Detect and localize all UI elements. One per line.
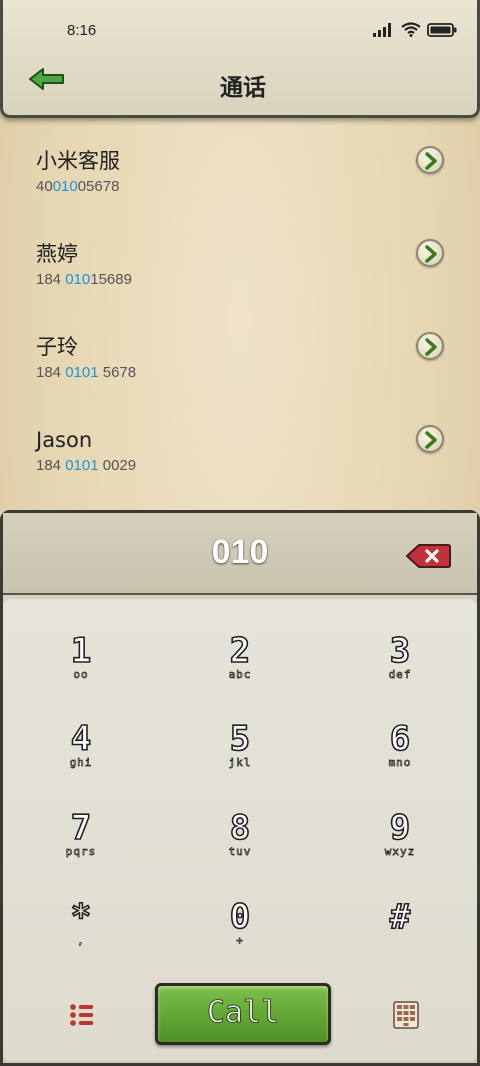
list-item[interactable]: Jason 184 0101 0029 [0, 409, 480, 502]
contact-name: 子玲 [36, 335, 78, 359]
top-bar: 8:16 通话 [0, 0, 480, 118]
key-1[interactable]: 1 oo [21, 632, 141, 713]
contact-name: Jason [36, 428, 93, 452]
key-star[interactable]: *, [21, 898, 141, 979]
key-5[interactable]: 5 jkl [180, 720, 300, 801]
wifi-icon [401, 22, 421, 37]
list-item[interactable]: 小米客服 4001005678 [0, 130, 480, 223]
list-item[interactable]: 子玲 184 0101 5678 [0, 316, 480, 409]
keypad-toggle-icon[interactable] [393, 1001, 419, 1029]
contact-detail-button[interactable] [416, 425, 444, 453]
dialer-panel: 010 1 oo 2 abc 3 def 4 ghi 5 jkl 6 mno 7 pqrs 8… [0, 510, 480, 1066]
contact-name: 燕婷 [36, 242, 78, 266]
chevron-right-icon [425, 152, 437, 170]
status-bar: 8:16 [3, 0, 480, 62]
key-hash[interactable]: # [340, 898, 460, 979]
number-display: 010 [3, 513, 477, 595]
contact-detail-button[interactable] [416, 146, 444, 174]
contact-number: 184 01015689 [36, 271, 132, 288]
status-icons [373, 22, 457, 37]
list-item[interactable]: 燕婷 184 01015689 [0, 223, 480, 316]
contact-detail-button[interactable] [416, 239, 444, 267]
key-8[interactable]: 8 tuv [180, 809, 300, 890]
backspace-button[interactable] [405, 543, 451, 569]
chevron-right-icon [425, 338, 437, 356]
contact-number: 4001005678 [36, 178, 120, 195]
key-7[interactable]: 7 pqrs [21, 809, 141, 890]
contact-list: 小米客服 4001005678 燕婷 184 01015689 子玲 184 0… [0, 130, 480, 502]
contact-detail-button[interactable] [416, 332, 444, 360]
call-button[interactable]: Call [155, 983, 331, 1045]
contact-number: 184 0101 0029 [36, 457, 137, 474]
battery-icon [427, 22, 457, 37]
key-4[interactable]: 4 ghi [21, 720, 141, 801]
page-title: 通话 [220, 75, 266, 101]
call-log-menu-icon[interactable] [69, 1003, 95, 1027]
chevron-right-icon [425, 431, 437, 449]
contact-number: 184 0101 5678 [36, 364, 137, 381]
key-6[interactable]: 6 mno [340, 720, 460, 801]
key-0[interactable]: 0 + [180, 898, 300, 979]
key-2[interactable]: 2 abc [180, 632, 300, 713]
key-9[interactable]: 9 wxyz [340, 809, 460, 890]
status-time: 8:16 [67, 22, 97, 39]
contact-name: 小米客服 [36, 149, 120, 173]
chevron-right-icon [425, 245, 437, 263]
signal-icon [373, 22, 391, 37]
key-3[interactable]: 3 def [340, 632, 460, 713]
backspace-icon [406, 544, 451, 568]
